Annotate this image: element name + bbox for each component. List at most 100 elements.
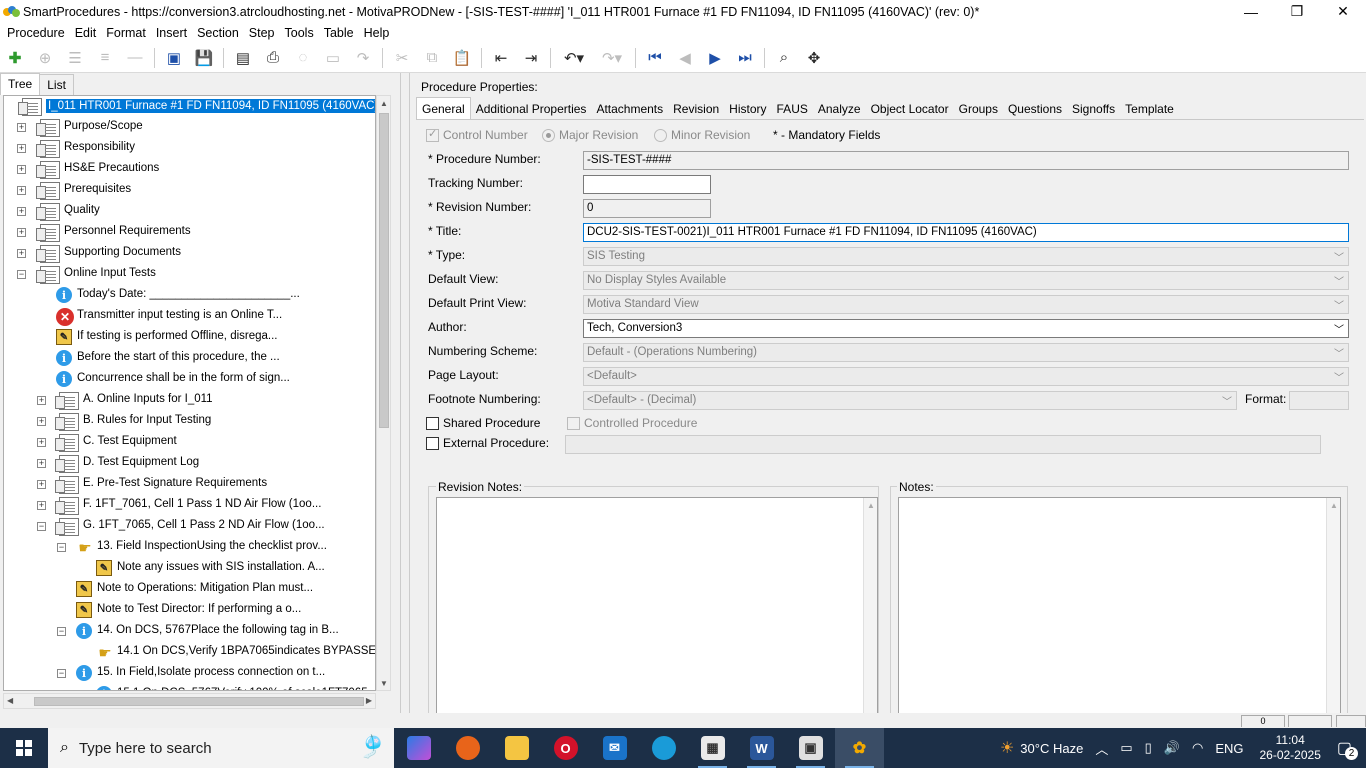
volume-icon[interactable]: 🔊	[1164, 740, 1180, 756]
tab-tree[interactable]: Tree	[0, 73, 41, 95]
taskbar-mail[interactable]: ✉	[590, 728, 639, 768]
save-icon[interactable]: 💾	[193, 47, 215, 69]
tab-template[interactable]: Template	[1120, 97, 1179, 119]
page-layout-dropdown[interactable]: <Default> ﹀	[583, 367, 1349, 386]
copy-icon[interactable]: ⧉	[421, 47, 443, 69]
tree-item[interactable]: + B. Rules for Input Testing	[4, 412, 375, 432]
list-icon[interactable]: ☰	[64, 47, 86, 69]
tab-additional-properties[interactable]: Additional Properties	[471, 97, 592, 119]
weather-text[interactable]: 30°C Haze	[1020, 741, 1083, 756]
taskbar-file-explorer[interactable]	[492, 728, 541, 768]
move-icon[interactable]: ✥	[803, 47, 825, 69]
tree-item[interactable]: I_011 HTR001 Furnace #1 FD FN11094, ID F…	[4, 97, 375, 117]
tab-analyze[interactable]: Analyze	[813, 97, 866, 119]
expand-icon[interactable]: +	[17, 249, 26, 258]
remove-icon[interactable]: —	[124, 47, 146, 69]
refresh-icon[interactable]: ◌	[292, 47, 314, 69]
tab-attachments[interactable]: Attachments	[591, 97, 668, 119]
last-icon[interactable]: ⏭	[734, 47, 756, 69]
tab-revision[interactable]: Revision	[668, 97, 724, 119]
tab-general[interactable]: General	[416, 97, 471, 120]
tree-item[interactable]: ✎ If testing is performed Offline, disreg…	[4, 328, 375, 348]
tree-item[interactable]: i Today's Date: ______________________...	[4, 286, 375, 306]
default-view-dropdown[interactable]: No Display Styles Available ﹀	[583, 271, 1349, 290]
author-dropdown[interactable]: Tech, Conversion3 ﹀	[583, 319, 1349, 338]
collapse-icon[interactable]: −	[57, 627, 66, 636]
power-icon[interactable]: ▯	[1145, 740, 1152, 756]
tab-signoffs[interactable]: Signoffs	[1067, 97, 1120, 119]
taskbar-app-1[interactable]: ▦	[688, 728, 737, 768]
tab-object-locator[interactable]: Object Locator	[866, 97, 954, 119]
tree-item[interactable]: ✕ Transmitter input testing is an Online …	[4, 307, 375, 327]
list-alt-icon[interactable]: ≡	[94, 47, 116, 69]
export-icon[interactable]: ▤	[232, 47, 254, 69]
tree-item[interactable]: + Supporting Documents	[4, 244, 375, 264]
tab-history[interactable]: History	[724, 97, 771, 119]
expand-icon[interactable]: +	[37, 459, 46, 468]
tree-vertical-scrollbar[interactable]: ▲ ▼	[376, 95, 391, 691]
tab-groups[interactable]: Groups	[954, 97, 1003, 119]
taskbar-opera[interactable]: O	[541, 728, 590, 768]
tree-item[interactable]: − i 14. On DCS, 5767Place the following ta…	[4, 622, 375, 642]
tab-faus[interactable]: FAUS	[772, 97, 813, 119]
notifications-icon[interactable]: ▢ 2	[1337, 738, 1358, 760]
show-hidden-icons-icon[interactable]: ︿	[1095, 739, 1108, 758]
external-procedure-checkbox[interactable]	[426, 437, 439, 450]
revision-notes-textarea[interactable]: ▲	[436, 497, 878, 714]
menu-tools[interactable]: Tools	[280, 26, 319, 40]
tree-item[interactable]: + Purpose/Scope	[4, 118, 375, 138]
menu-insert[interactable]: Insert	[151, 26, 192, 40]
taskbar-smartprocedures[interactable]: ✿	[835, 728, 884, 768]
notes-textarea[interactable]: ▲	[898, 497, 1341, 714]
menu-section[interactable]: Section	[192, 26, 244, 40]
tree-item[interactable]: + A. Online Inputs for I_011	[4, 391, 375, 411]
tree-item[interactable]: + Prerequisites	[4, 181, 375, 201]
tab-questions[interactable]: Questions	[1003, 97, 1067, 119]
expand-icon[interactable]: +	[17, 186, 26, 195]
tree-item[interactable]: − G. 1FT_7065, Cell 1 Pass 2 ND Air Flow …	[4, 517, 375, 537]
collapse-icon[interactable]: −	[17, 270, 26, 279]
tree-item[interactable]: − ☛ 13. Field InspectionUsing the checklis…	[4, 538, 375, 558]
view-icon[interactable]: ▭	[322, 47, 344, 69]
tracking-number-field[interactable]	[583, 175, 711, 194]
expand-icon[interactable]: +	[37, 417, 46, 426]
expand-icon[interactable]: +	[17, 123, 26, 132]
redo-icon[interactable]: ↷▾	[597, 47, 627, 69]
previous-icon[interactable]: ◀	[674, 47, 696, 69]
menu-procedure[interactable]: Procedure	[2, 26, 70, 40]
panel-splitter[interactable]	[400, 73, 410, 713]
tree-item[interactable]: ✎ Note to Test Director: If performing a …	[4, 601, 375, 621]
tree-item[interactable]: i 15.1 On DCS, 5767Verify 100% of scale1F…	[4, 685, 375, 690]
expand-icon[interactable]: +	[17, 165, 26, 174]
paste-icon[interactable]: 📋	[451, 47, 473, 69]
minimize-button[interactable]: —	[1228, 0, 1274, 23]
expand-icon[interactable]: +	[17, 144, 26, 153]
expand-icon[interactable]: +	[37, 480, 46, 489]
redo-alt-icon[interactable]: ↷	[352, 47, 374, 69]
tree-item[interactable]: + D. Test Equipment Log	[4, 454, 375, 474]
tab-list[interactable]: List	[39, 74, 74, 95]
menu-help[interactable]: Help	[359, 26, 395, 40]
next-icon[interactable]: ▶	[704, 47, 726, 69]
menu-step[interactable]: Step	[244, 26, 280, 40]
tree-item[interactable]: ✎ Note to Operations: Mitigation Plan mus…	[4, 580, 375, 600]
close-button[interactable]: ✕	[1320, 0, 1366, 23]
tree-item[interactable]: − i 15. In Field,Isolate process connectio…	[4, 664, 375, 684]
expand-icon[interactable]: +	[37, 396, 46, 405]
expand-icon[interactable]: +	[17, 207, 26, 216]
taskbar-search[interactable]: ⌕ Type here to search 🎐	[48, 728, 394, 768]
undo-icon[interactable]: ↶▾	[559, 47, 589, 69]
title-input[interactable]: DCU2-SIS-TEST-0021)I_011 HTR001 Furnace …	[583, 223, 1349, 242]
find-icon[interactable]: ⌕	[773, 47, 795, 69]
maximize-button[interactable]: ❐	[1274, 0, 1320, 23]
expand-icon[interactable]: +	[37, 501, 46, 510]
tree-horizontal-scrollbar[interactable]: ◀ ▶	[3, 693, 376, 709]
tree-item[interactable]: + HS&E Precautions	[4, 160, 375, 180]
procedure-tree[interactable]: I_011 HTR001 Furnace #1 FD FN11094, ID F…	[3, 95, 376, 691]
taskbar-copilot[interactable]	[394, 728, 443, 768]
collapse-icon[interactable]: −	[57, 669, 66, 678]
expand-icon[interactable]: +	[17, 228, 26, 237]
menu-table[interactable]: Table	[319, 26, 359, 40]
cut-icon[interactable]: ✂	[391, 47, 413, 69]
add-icon[interactable]: ✚	[4, 47, 26, 69]
